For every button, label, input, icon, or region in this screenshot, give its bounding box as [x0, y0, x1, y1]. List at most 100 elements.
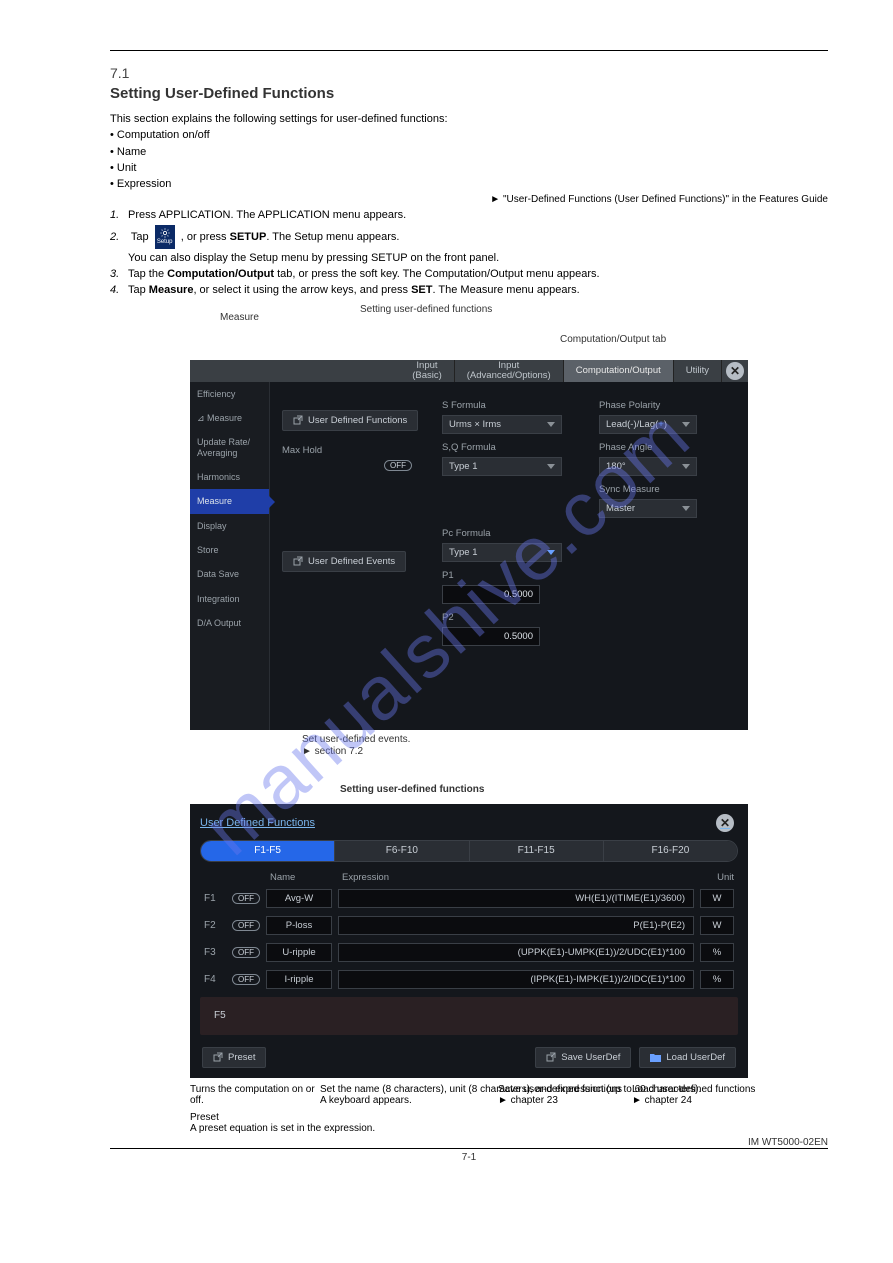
chevron-down-icon — [547, 422, 555, 427]
phase-angle-label: Phase Angle — [599, 442, 736, 453]
instr-1: Press APPLICATION. The APPLICATION menu … — [128, 209, 406, 221]
tab-f6-f10[interactable]: F6-F10 — [335, 841, 469, 861]
bullet-3: • Unit — [110, 161, 828, 175]
annot-comptab: Computation/Output tab — [560, 334, 760, 346]
tab-input-advanced[interactable]: Input (Advanced/Options) — [455, 360, 564, 382]
f3-unit[interactable]: % — [700, 943, 734, 962]
p1-value[interactable]: 0.5000 — [442, 585, 540, 604]
sidebar-item-data-save[interactable]: Data Save — [190, 562, 269, 586]
annot-ude: Set user-defined events. ► section 7.2 — [302, 734, 472, 758]
f3-expression[interactable]: (UPPK(E1)-UMPK(E1))/2/UDC(E1)*100 — [338, 943, 694, 962]
f2-name[interactable]: P-loss — [266, 916, 332, 935]
bullet-2: • Name — [110, 145, 828, 159]
col-expression: Expression — [342, 872, 696, 883]
popout-icon — [213, 1052, 223, 1062]
f4-name[interactable]: I-ripple — [266, 970, 332, 989]
f1-off-toggle[interactable]: OFF — [232, 893, 260, 904]
row-f3: F3 OFF U-ripple (UPPK(E1)-UMPK(E1))/2/UD… — [190, 939, 748, 966]
screenshot-udf-window: User Defined Functions ✕ F1-F5 F6-F10 F1… — [190, 804, 748, 1078]
f1-name[interactable]: Avg-W — [266, 889, 332, 908]
sidebar-item-measure[interactable]: Measure — [190, 489, 269, 513]
tab-utility[interactable]: Utility — [674, 360, 722, 382]
f3-name[interactable]: U-ripple — [266, 943, 332, 962]
sidebar-item-integration[interactable]: Integration — [190, 587, 269, 611]
save-userdef-button[interactable]: Save UserDef — [535, 1047, 631, 1068]
intro-text: This section explains the following sett… — [110, 112, 828, 126]
sidebar-item-da-output[interactable]: D/A Output — [190, 611, 269, 635]
setup-icon: Setup — [155, 225, 175, 249]
annot-measure: Measure — [220, 312, 310, 324]
tab-f1-f5[interactable]: F1-F5 — [201, 841, 335, 861]
popout-icon — [546, 1052, 556, 1062]
annot-udf-window: Setting user-defined functions — [340, 784, 484, 796]
tab-f16-f20[interactable]: F16-F20 — [604, 841, 737, 861]
f2-off-toggle[interactable]: OFF — [232, 920, 260, 931]
phase-angle-select[interactable]: 180° — [599, 457, 697, 476]
preset-button[interactable]: Preset — [202, 1047, 266, 1068]
load-userdef-button[interactable]: Load UserDef — [639, 1047, 736, 1068]
footer-im: IM WT5000-02EN — [110, 1137, 828, 1148]
close-icon[interactable]: ✕ — [726, 362, 744, 380]
tab-f11-f15[interactable]: F11-F15 — [470, 841, 604, 861]
phase-polarity-label: Phase Polarity — [599, 400, 736, 411]
annot-save: Save user-defined functions ► chapter 23 — [498, 1084, 638, 1106]
maxhold-off-toggle[interactable]: OFF — [384, 460, 412, 471]
f1-unit[interactable]: W — [700, 889, 734, 908]
sidebar-item-efficiency[interactable]: Efficiency — [190, 382, 269, 406]
section-number: 7.1 — [110, 65, 828, 81]
close-icon[interactable]: ✕ — [716, 814, 734, 832]
sidebar-item-harmonics[interactable]: Harmonics — [190, 465, 269, 489]
bottom-rule — [110, 1148, 828, 1149]
user-defined-functions-button[interactable]: User Defined Functions — [282, 410, 418, 431]
tab-input-basic[interactable]: Input (Basic) — [400, 360, 455, 382]
chevron-down-icon — [682, 422, 690, 427]
col-name: Name — [270, 872, 342, 883]
chevron-down-icon — [682, 506, 690, 511]
annot-preset: Preset A preset equation is set in the e… — [190, 1112, 450, 1134]
sq-formula-label: S,Q Formula — [442, 442, 579, 453]
p2-value[interactable]: 0.5000 — [442, 627, 540, 646]
row-f2: F2 OFF P-loss P(E1)-P(E2) W — [190, 912, 748, 939]
sq-formula-select[interactable]: Type 1 — [442, 457, 562, 476]
col-unit: Unit — [696, 872, 734, 883]
annot-udf: Setting user-defined functions — [360, 304, 510, 316]
user-defined-events-button[interactable]: User Defined Events — [282, 551, 406, 572]
row-f1: F1 OFF Avg-W WH(E1)/(ITIME(E1)/3600) W — [190, 885, 748, 912]
maxhold-label: Max Hold — [282, 445, 422, 456]
f4-expression[interactable]: (IPPK(E1)-IMPK(E1))/2/IDC(E1)*100 — [338, 970, 694, 989]
chevron-down-icon — [547, 550, 555, 555]
pc-formula-select[interactable]: Type 1 — [442, 543, 562, 562]
f1-expression[interactable]: WH(E1)/(ITIME(E1)/3600) — [338, 889, 694, 908]
sidebar-item-delta-measure[interactable]: ⊿ Measure — [190, 406, 269, 430]
sidebar: Efficiency ⊿ Measure Update Rate/ Averag… — [190, 382, 270, 730]
popout-icon — [293, 415, 303, 425]
row-f5[interactable]: F5 — [200, 997, 738, 1035]
sync-measure-label: Sync Measure — [599, 484, 736, 495]
sync-measure-select[interactable]: Master — [599, 499, 697, 518]
chevron-down-icon — [682, 464, 690, 469]
f4-unit[interactable]: % — [700, 970, 734, 989]
section-title: Setting User-Defined Functions — [110, 85, 828, 102]
phase-polarity-select[interactable]: Lead(-)/Lag(+) — [599, 415, 697, 434]
f3-off-toggle[interactable]: OFF — [232, 947, 260, 958]
s-formula-select[interactable]: Urms × Irms — [442, 415, 562, 434]
popout-icon — [293, 556, 303, 566]
p2-label: P2 — [442, 612, 579, 623]
f2-expression[interactable]: P(E1)-P(E2) — [338, 916, 694, 935]
annot-onoff: Turns the computation on or off. — [190, 1084, 330, 1106]
chevron-down-icon — [547, 464, 555, 469]
top-rule — [110, 50, 828, 51]
row-f4: F4 OFF I-ripple (IPPK(E1)-IMPK(E1))/2/ID… — [190, 966, 748, 993]
instr-2b: You can also display the Setup menu by p… — [128, 251, 828, 265]
p1-label: P1 — [442, 570, 579, 581]
sidebar-item-display[interactable]: Display — [190, 514, 269, 538]
sidebar-item-update-rate[interactable]: Update Rate/ Averaging — [190, 430, 269, 465]
screenshot-measure-menu: Input (Basic) Input (Advanced/Options) C… — [190, 360, 748, 730]
annot-load: Load user-defined functions ► chapter 24 — [632, 1084, 772, 1106]
tab-computation-output[interactable]: Computation/Output — [564, 360, 674, 382]
f4-off-toggle[interactable]: OFF — [232, 974, 260, 985]
bullet-1: • Computation on/off — [110, 128, 828, 142]
f2-unit[interactable]: W — [700, 916, 734, 935]
page-number: 7-1 — [110, 1152, 828, 1163]
sidebar-item-store[interactable]: Store — [190, 538, 269, 562]
